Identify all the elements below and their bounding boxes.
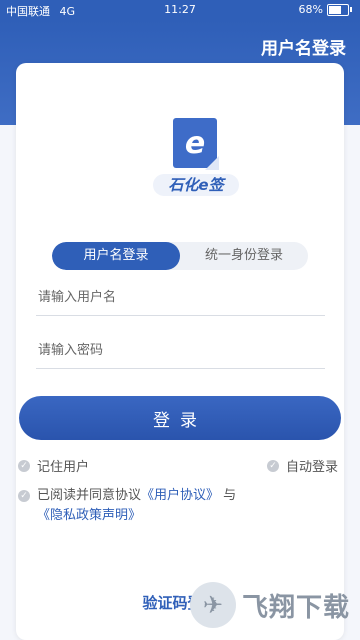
remember-user-checkbox[interactable]: ✓ 记住用户 [18,456,89,475]
agreement-check-icon[interactable]: ✓ [18,490,30,502]
login-tabs: 用户名登录 统一身份登录 [52,242,308,270]
app-name: 石化e签 [153,174,239,196]
agreement-text: 已阅读并同意协议《用户协议》 与 《隐私政策声明》 [37,486,338,526]
battery-percent: 68% [298,3,323,16]
user-agreement-link[interactable]: 《用户协议》 [141,488,219,503]
password-input[interactable] [36,332,329,368]
remember-user-label: 记住用户 [37,460,90,475]
tab-unified-identity-login[interactable]: 统一身份登录 [180,242,308,270]
battery-info: 68% [299,3,352,16]
login-button[interactable]: 登录 [19,396,341,440]
username-field [36,279,329,316]
battery-tip-icon [350,7,352,12]
password-field [36,332,329,369]
agreement-prefix: 已阅读并同意协议 [37,488,142,503]
logo-glyph: e [184,125,206,161]
watermark-logo-icon: ✈ [190,582,236,628]
tab-username-login[interactable]: 用户名登录 [52,242,180,270]
username-input[interactable] [36,279,329,315]
login-card: e 石化e签 用户名登录 统一身份登录 登录 ✓ 记住用户 ✓ 自动登录 ✓ 已… [16,63,344,640]
watermark: ✈ 飞翔下载 [190,575,355,635]
page-title: 用户名登录 [261,39,346,59]
auto-login-checkbox[interactable]: ✓ 自动登录 [266,456,338,475]
watermark-text: 飞翔下载 [242,592,351,623]
app-logo: e 石化e签 [153,118,239,212]
check-circle-icon: ✓ [266,459,279,472]
agreement-and: 与 [223,488,237,503]
privacy-policy-link[interactable]: 《隐私政策声明》 [37,508,141,523]
auto-login-label: 自动登录 [285,460,338,475]
check-circle-icon: ✓ [18,459,30,472]
document-e-icon: e [173,118,217,168]
status-bar: 中国联通 4G 11:27 68% [0,0,360,20]
agreement-row: ✓ 已阅读并同意协议《用户协议》 与 《隐私政策声明》 [18,486,338,526]
battery-icon [327,3,349,16]
